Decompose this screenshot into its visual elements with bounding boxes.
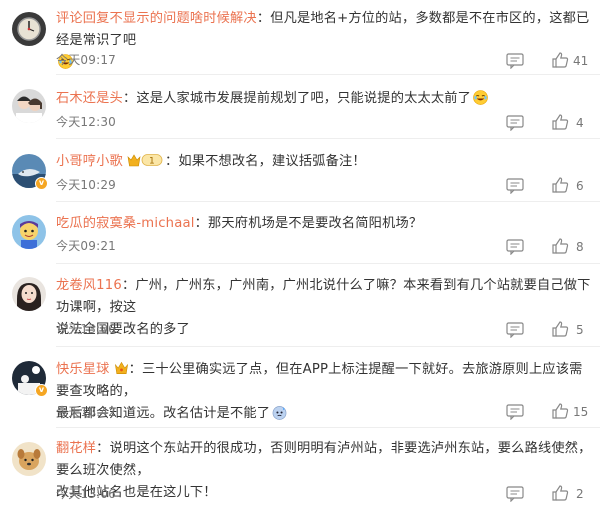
level-number: 1 — [149, 157, 155, 167]
reply-icon[interactable] — [505, 115, 525, 131]
divider — [56, 138, 600, 139]
comment-text: 说明这个东站开的很成功，否则明明有泸州站，非要选泸州东站，要么路线使然，要么班次… — [56, 441, 592, 478]
separator: ： — [164, 154, 179, 169]
reply-icon[interactable] — [505, 404, 525, 420]
like-count: 5 — [576, 323, 584, 337]
reply-icon[interactable] — [505, 322, 525, 338]
comment-text: 那天府机场是不是要改名简阳机场？ — [208, 216, 423, 231]
avatar[interactable] — [12, 215, 46, 249]
comment-time: 今天10:29 — [56, 178, 116, 192]
like-count: 6 — [576, 179, 584, 193]
separator: ： — [194, 216, 209, 231]
comment-text: 广州，广州东，广州南，广州北说什么了嘛？本来看到有几个站就要自己做下功课啊，按这 — [56, 278, 591, 315]
avatar[interactable] — [12, 442, 46, 476]
username-link[interactable]: 吃瓜的寂寞桑-michaal — [56, 216, 195, 231]
like-count: 41 — [573, 54, 589, 68]
divider — [56, 201, 600, 202]
avatar[interactable] — [12, 89, 46, 123]
like-icon[interactable] — [551, 403, 571, 419]
crown-badge-icon — [114, 361, 128, 374]
username-link[interactable]: 评论回复不显示的问题啥时候解决 — [56, 11, 257, 26]
divider — [56, 427, 600, 428]
comment-time: 今天10:42 — [56, 405, 116, 419]
like-count: 8 — [576, 240, 584, 254]
avatar[interactable] — [12, 12, 46, 46]
username-link[interactable]: 石木还是头 — [56, 91, 123, 106]
reply-icon[interactable] — [505, 53, 525, 69]
username-link[interactable]: 快乐星球 — [56, 362, 110, 377]
like-count: 2 — [576, 487, 584, 501]
verified-badge-icon: v — [35, 177, 48, 190]
username-link[interactable]: 小哥哼小歌 — [56, 154, 123, 169]
sweat-emoji-icon — [272, 406, 287, 420]
like-icon[interactable] — [551, 177, 571, 193]
reply-icon[interactable] — [505, 239, 525, 255]
separator: ： — [256, 11, 271, 26]
crown-level-badge-icon: 1 — [127, 154, 163, 167]
separator: ： — [96, 441, 110, 456]
comment-text: 这是人家城市发展提前规划了吧，只能说提的太太太前了 — [136, 91, 472, 106]
like-icon[interactable] — [551, 52, 571, 68]
divider — [56, 263, 600, 264]
comment-time: 今天09:21 — [56, 239, 116, 253]
reply-icon[interactable] — [505, 178, 525, 194]
comment-time: 今天13:06 — [56, 322, 116, 336]
comment-time: 今天12:30 — [56, 115, 116, 129]
like-icon[interactable] — [551, 321, 571, 337]
divider — [56, 346, 600, 347]
separator: ： — [122, 91, 137, 106]
divider — [56, 74, 600, 75]
like-icon[interactable] — [551, 238, 571, 254]
like-icon[interactable] — [551, 114, 571, 130]
like-count: 4 — [576, 116, 584, 130]
username-link[interactable]: 龙卷风116 — [56, 278, 122, 293]
laugh-emoji-icon — [473, 90, 488, 105]
separator: ： — [128, 362, 142, 377]
username-link[interactable]: 翻花样 — [56, 441, 96, 456]
comment-text: 如果不想改名，建议括弧备注！ — [178, 154, 366, 169]
comment-time: 今天13:06 — [56, 487, 116, 501]
separator: ： — [121, 278, 136, 293]
like-count: 15 — [573, 405, 589, 419]
avatar[interactable] — [12, 277, 46, 311]
like-icon[interactable] — [551, 485, 571, 501]
comment-time: 今天09:17 — [56, 53, 116, 67]
verified-badge-icon: v — [35, 384, 48, 397]
reply-icon[interactable] — [505, 486, 525, 502]
